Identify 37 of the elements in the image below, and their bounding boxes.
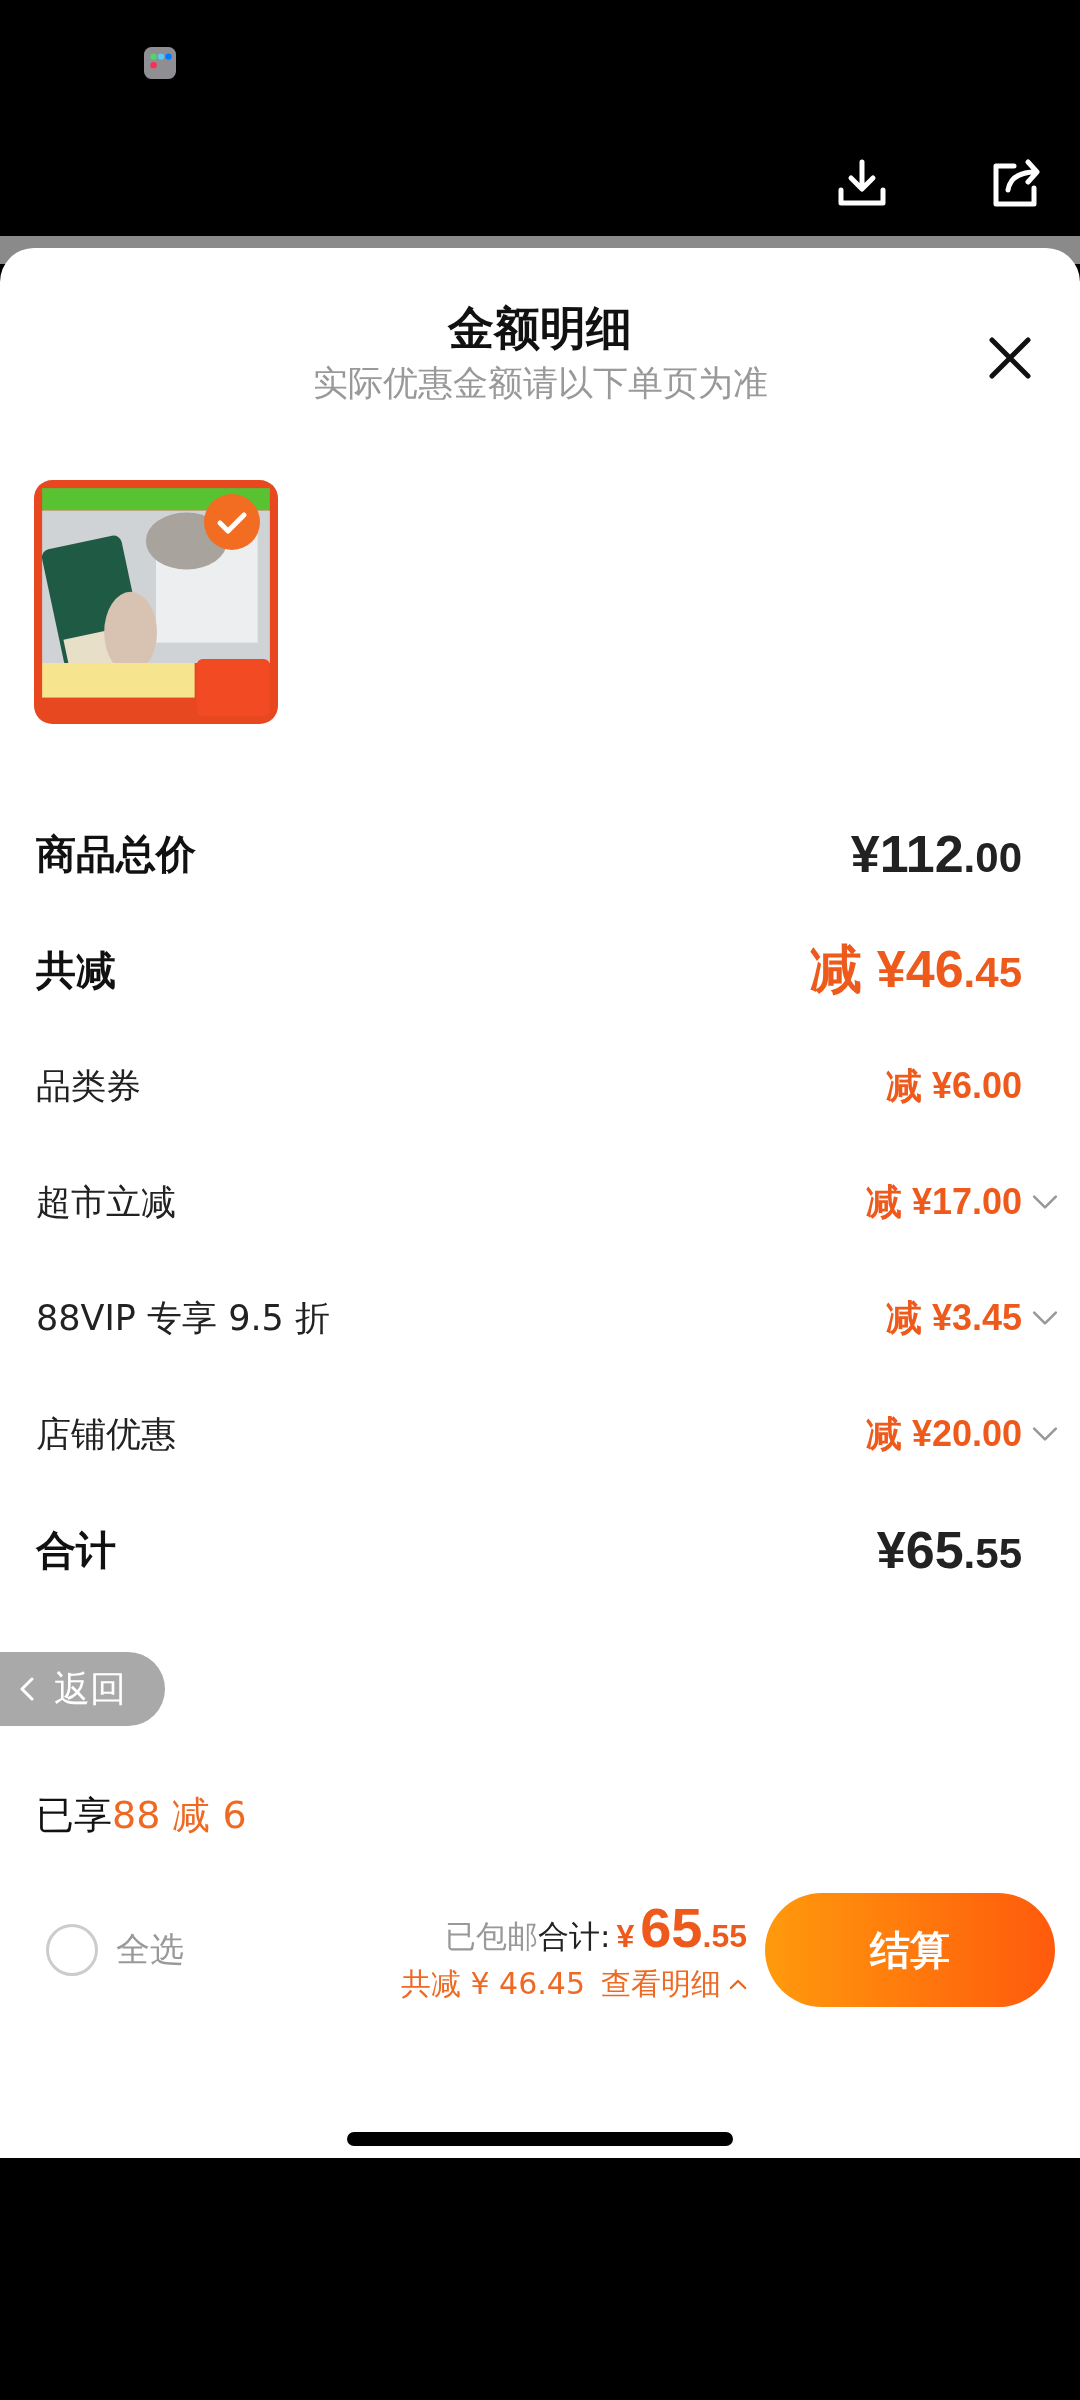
sheet-title: 金额明细	[448, 300, 632, 357]
amount: ¥112.00	[850, 824, 1022, 884]
back-button[interactable]: 返回	[0, 1652, 165, 1726]
amount: 减 ¥46.45	[810, 939, 1022, 1000]
promo-label: 已享	[36, 1793, 112, 1837]
close-icon[interactable]	[988, 336, 1032, 380]
chevron-down-icon[interactable]	[1032, 1426, 1058, 1442]
share-icon[interactable]	[992, 158, 1042, 208]
row-label: 88VIP 专享 9.5 折	[36, 1296, 330, 1340]
amount: ¥65.55	[876, 1520, 1022, 1580]
amount: 减 ¥20.00	[865, 1411, 1022, 1456]
row-label: 商品总价	[36, 829, 196, 879]
chevron-down-icon[interactable]	[1032, 1310, 1058, 1326]
details-link[interactable]: 查看明细	[601, 1964, 747, 2005]
row-label: 品类券	[36, 1064, 141, 1108]
row-label: 超市立减	[36, 1180, 176, 1224]
radio-button[interactable]	[46, 1924, 98, 1976]
chevron-left-icon	[20, 1677, 34, 1701]
amount: 减 ¥17.00	[865, 1179, 1022, 1224]
checkmark-icon[interactable]	[204, 494, 260, 550]
amount: 减 ¥3.45	[885, 1295, 1022, 1340]
chevron-down-icon[interactable]	[1032, 1194, 1058, 1210]
row-label: 共减	[36, 945, 116, 995]
chevron-up-icon	[729, 1979, 747, 1990]
savings-text: 共减 ¥ 46.45	[400, 1965, 585, 2003]
sheet-subtitle: 实际优惠金额请以下单页为准	[312, 362, 768, 405]
checkout-button[interactable]: 结算	[765, 1893, 1055, 2007]
select-all-label[interactable]: 全选	[116, 1927, 184, 1973]
row-label: 合计	[36, 1525, 116, 1575]
total-label: 合计:	[537, 1917, 611, 1956]
download-icon[interactable]	[837, 158, 887, 208]
amount: 减 ¥6.00	[885, 1063, 1022, 1108]
total-amount: ¥65.55	[615, 1895, 747, 1960]
promo-value: 88 减 6	[112, 1793, 247, 1837]
row-label: 店铺优惠	[36, 1412, 176, 1456]
shipping-label: 已包邮	[444, 1917, 538, 1956]
app-folder-icon[interactable]	[144, 47, 176, 79]
